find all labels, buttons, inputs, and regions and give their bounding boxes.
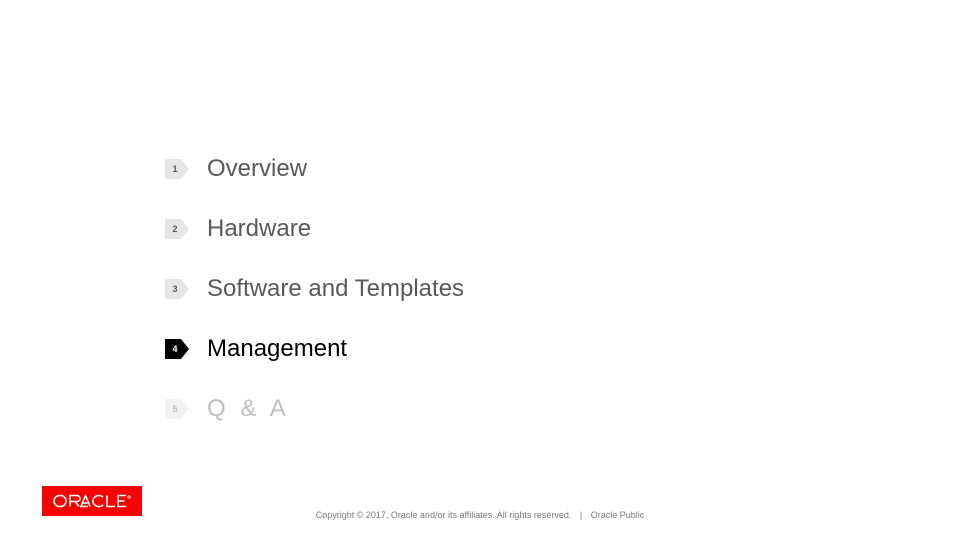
footer-copyright: Copyright © 2017, Oracle and/or its affi…: [316, 510, 572, 520]
agenda-number-badge-active: 4: [165, 339, 189, 359]
agenda-item-3: 3 Software and Templates: [165, 275, 464, 303]
agenda-item-1: 1 Overview: [165, 155, 464, 183]
agenda-list: 1 Overview 2 Hardware 3 Software and Tem…: [165, 155, 464, 455]
agenda-label: Hardware: [207, 215, 311, 243]
agenda-number-badge: 5: [165, 399, 189, 419]
agenda-item-2: 2 Hardware: [165, 215, 464, 243]
footer-classification: Oracle Public: [591, 510, 645, 520]
footer: Copyright © 2017, Oracle and/or its affi…: [0, 510, 960, 520]
agenda-number-badge: 3: [165, 279, 189, 299]
agenda-number: 5: [172, 404, 177, 414]
agenda-item-5: 5 Q & A: [165, 395, 464, 423]
agenda-label: Q & A: [207, 395, 290, 423]
footer-separator: |: [580, 510, 582, 520]
agenda-number: 3: [172, 284, 177, 294]
agenda-label: Overview: [207, 155, 307, 183]
agenda-label: Software and Templates: [207, 275, 464, 303]
agenda-number-badge: 2: [165, 219, 189, 239]
agenda-number: 4: [172, 344, 177, 354]
agenda-number: 1: [172, 164, 177, 174]
agenda-item-4: 4 Management: [165, 335, 464, 363]
agenda-number-badge: 1: [165, 159, 189, 179]
slide: 1 Overview 2 Hardware 3 Software and Tem…: [0, 0, 960, 540]
agenda-number: 2: [172, 224, 177, 234]
agenda-label: Management: [207, 335, 347, 363]
